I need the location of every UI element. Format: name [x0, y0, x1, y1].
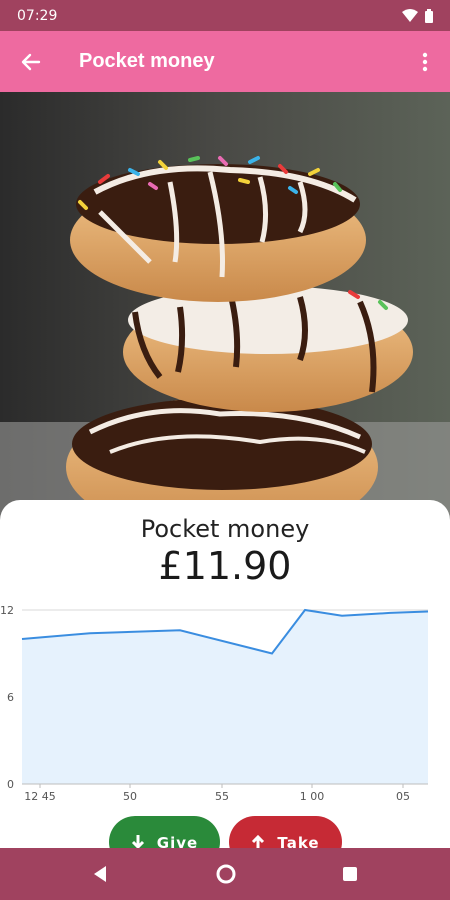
- balance-chart: 12 6 0 12 45 50 55 1 00 05: [0, 604, 429, 803]
- page-title: Pocket money: [79, 50, 215, 72]
- y-tick-label: 0: [7, 778, 14, 791]
- wifi-icon: [402, 9, 418, 22]
- x-tick-label: 05: [396, 790, 410, 803]
- x-tick-label: 50: [123, 790, 137, 803]
- app-bar: Pocket money: [0, 31, 450, 92]
- balance-title: Pocket money: [140, 515, 310, 543]
- status-time: 07:29: [17, 8, 58, 24]
- more-options-button[interactable]: [410, 45, 440, 79]
- balance-amount: £11.90: [158, 544, 292, 588]
- x-tick-label: 1 00: [300, 790, 325, 803]
- nav-recent-icon[interactable]: [338, 862, 362, 886]
- more-vert-icon: [422, 52, 428, 72]
- status-icons: [402, 9, 433, 23]
- system-nav-bar: [0, 848, 450, 900]
- back-button[interactable]: [14, 45, 48, 79]
- x-tick-label: 12 45: [24, 790, 56, 803]
- x-tick-label: 55: [215, 790, 229, 803]
- hero-image: [0, 92, 450, 522]
- y-tick-label: 6: [7, 691, 14, 704]
- status-bar: 07:29: [0, 0, 450, 31]
- nav-back-icon[interactable]: [88, 862, 112, 886]
- arrow-left-icon: [21, 53, 41, 71]
- battery-icon: [425, 9, 433, 23]
- chart-area: [22, 610, 428, 784]
- nav-home-icon[interactable]: [214, 862, 238, 886]
- y-tick-label: 12: [0, 604, 14, 617]
- donuts-illustration: [0, 92, 450, 522]
